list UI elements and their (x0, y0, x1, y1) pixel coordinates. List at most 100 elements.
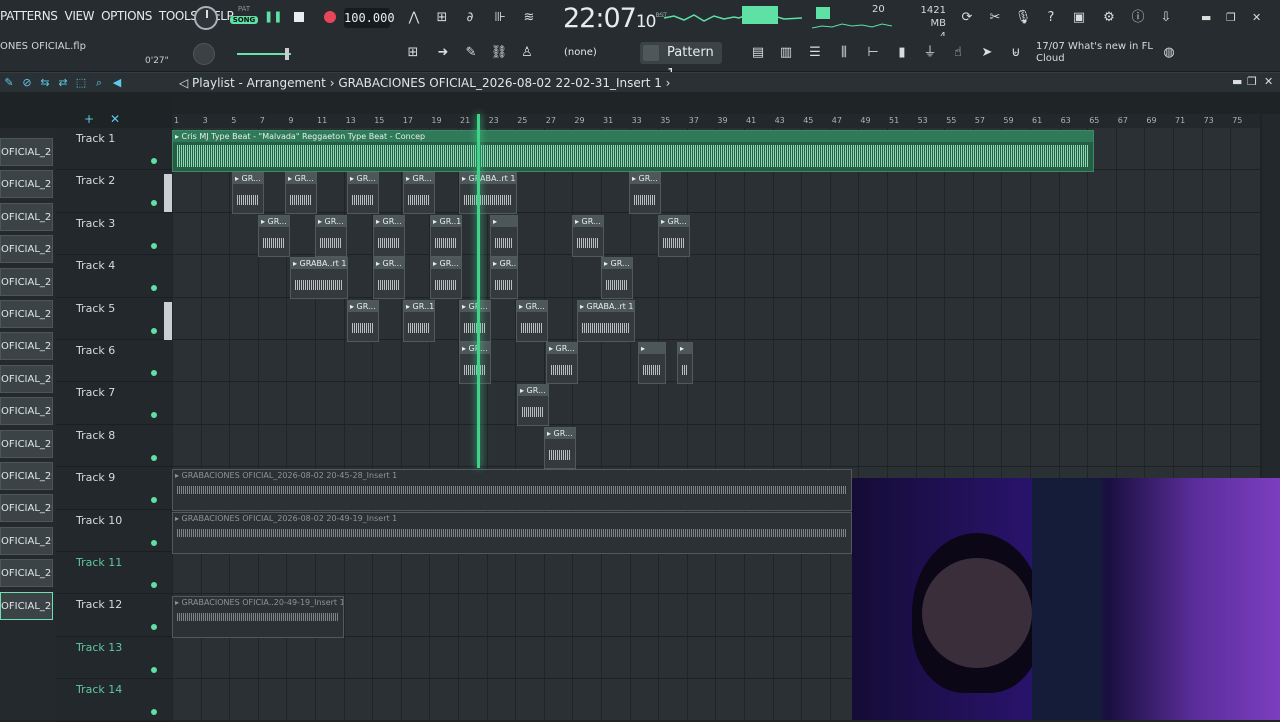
audio-clip[interactable]: ▸ GR... (459, 299, 491, 342)
track-header[interactable]: Track 12 (56, 594, 172, 637)
audio-clip[interactable]: ▸ GR... (490, 257, 518, 300)
save-icon[interactable]: ▣ (1068, 9, 1090, 27)
audio-clip[interactable]: ▸ (677, 342, 693, 384)
main-pitch-knob[interactable] (193, 43, 215, 65)
track-header[interactable]: Track 10 (56, 510, 172, 552)
audio-clip[interactable]: ▸ GR... (546, 342, 578, 384)
track-mute-led[interactable] (151, 582, 157, 588)
browser-clip-item[interactable]: OFICIAL_20... (0, 235, 53, 264)
browser-clip-item[interactable]: OFICIAL_20... (0, 559, 53, 588)
track-header[interactable]: Track 11 (56, 552, 172, 595)
audio-clip[interactable]: ▸ GR... (572, 214, 604, 257)
add-track-icon[interactable]: + (84, 112, 94, 126)
select-tool-icon[interactable]: ⬚ (74, 76, 88, 90)
stamp-icon[interactable]: ♙ (516, 44, 538, 62)
globe-icon[interactable]: ◍ (1158, 44, 1180, 62)
midi-icon[interactable]: ✂ (984, 9, 1006, 27)
file-icon[interactable]: ▮ (891, 44, 913, 62)
song-position-clock[interactable]: 22:0710B:S:T (563, 3, 667, 34)
track-header[interactable]: Track 3 (56, 213, 172, 256)
audio-clip[interactable]: ▸ GR... (315, 214, 347, 257)
track-mute-led[interactable] (151, 624, 157, 631)
microphone-icon[interactable]: 🎙 (1012, 9, 1034, 27)
master-volume-knob[interactable] (194, 6, 218, 30)
mixer-view-icon[interactable]: ⫼ (833, 44, 855, 62)
audio-clip[interactable]: ▸ GR... (629, 172, 661, 215)
track-mute-led[interactable] (151, 242, 157, 249)
close-icon[interactable]: ✕ (1252, 11, 1261, 24)
playlist-maximize-icon[interactable]: ❐ (1247, 75, 1257, 88)
audio-clip[interactable]: ▸ GR... (347, 299, 379, 342)
browser-clip-item[interactable]: OFICIAL_20... (0, 591, 53, 620)
track-mute-led[interactable] (151, 158, 157, 164)
pattern-selector[interactable]: Pattern 1 (640, 42, 722, 82)
track-header[interactable]: Track 5 (56, 298, 172, 340)
delete-track-icon[interactable]: ✕ (110, 112, 120, 126)
track-header[interactable]: Track 13 (56, 637, 172, 680)
timeline-ruler[interactable]: 1 3 5 7 9 11 13 15 17 19 21 23 25 27 29 31 33 35 37 39 41 43 4… (172, 114, 1260, 128)
slice-tool-icon[interactable]: ⇄ (56, 76, 70, 90)
playhead[interactable] (477, 114, 480, 468)
browser-clip-item[interactable]: OFICIAL_20... (0, 332, 53, 361)
audio-clip[interactable]: ▸ GR... (347, 172, 379, 215)
loop-record-icon[interactable]: ⊞ (431, 9, 453, 27)
playlist-close-icon[interactable]: ✕ (1264, 75, 1273, 88)
menu-patterns[interactable]: PATTERNS (0, 9, 58, 23)
track-header[interactable]: Track 4 (56, 255, 172, 298)
audio-clip[interactable]: ▸ GR... (658, 214, 690, 257)
browser-clip-item[interactable]: OFICIAL_20... (0, 494, 53, 523)
track-header[interactable]: Track 1 (56, 128, 172, 171)
step-edit-icon[interactable]: ∂ (459, 9, 481, 27)
browser-clip-item[interactable]: OFICIAL_20... (0, 462, 53, 490)
tempo-display[interactable]: 100.000 (344, 8, 395, 28)
plugin-icon[interactable]: ⚙ (1098, 9, 1120, 27)
audio-clip[interactable]: ▸ GR... (232, 172, 264, 215)
audio-clip[interactable]: ▸ GR... (601, 257, 633, 300)
track-mute-led[interactable] (151, 454, 157, 461)
beat-clip[interactable]: ▸ Cris MJ Type Beat - "Malvada" Reggaeto… (172, 130, 1094, 172)
cart-icon[interactable]: ⊌ (1005, 44, 1027, 62)
browser-clip-item[interactable]: OFICIAL_20... (0, 397, 53, 426)
maximize-icon[interactable]: ❐ (1226, 11, 1236, 24)
audio-clip[interactable]: ▸ GR... (544, 426, 576, 469)
metronome-icon[interactable]: ⋀ (403, 9, 425, 27)
track-mute-led[interactable] (151, 412, 157, 419)
audio-clip[interactable]: ▸ GR..1 (430, 214, 462, 257)
plug-icon[interactable]: ⏚ (919, 44, 941, 62)
track-mute-led[interactable] (151, 539, 157, 546)
audio-clip[interactable]: ▸ (490, 214, 518, 257)
track-header[interactable]: Track 8 (56, 425, 172, 468)
track-mute-led[interactable] (151, 370, 157, 376)
minimize-icon[interactable]: ▬ (1201, 11, 1211, 24)
audio-clip[interactable]: ▸ GR... (516, 299, 548, 342)
audio-clip[interactable]: ▸ GRABA..rt 1 (577, 299, 635, 342)
track-mute-led[interactable] (151, 666, 157, 673)
news-panel[interactable]: 17/07 What's new in FL Cloud (1036, 41, 1156, 65)
playlist-icon[interactable]: ▤ (747, 44, 769, 62)
menu-tools[interactable]: TOOLS (159, 9, 198, 23)
audio-clip[interactable]: ▸ GR..1 (403, 299, 435, 342)
track-mute-led[interactable] (151, 327, 157, 334)
browser-clip-item[interactable]: OFICIAL_20... (0, 267, 53, 296)
audio-clip[interactable]: ▸ GR... (373, 214, 405, 257)
track-header[interactable]: Track 14 (56, 679, 172, 722)
info-icon[interactable]: ⓘ (1127, 9, 1149, 27)
link-icon[interactable]: ⛓ (488, 44, 510, 62)
draw-tool-icon[interactable]: ✎ (2, 76, 16, 90)
audio-clip[interactable]: ▸ GR... (373, 257, 405, 300)
play-pause-button[interactable]: ❚❚ (264, 10, 282, 26)
audio-clip[interactable]: ▸ GR... (517, 384, 549, 427)
menu-options[interactable]: OPTIONS (101, 9, 152, 23)
download-icon[interactable]: ⇩ (1155, 9, 1177, 27)
snap-selector[interactable]: (none) (548, 43, 626, 63)
track-mute-led[interactable] (151, 285, 157, 292)
browser-clip-item[interactable]: OFICIAL_20... (0, 526, 53, 555)
track-mute-led[interactable] (151, 497, 157, 504)
browser-clip-item[interactable]: OFICIAL_20... (0, 138, 53, 166)
recording-clip[interactable]: ▸ GRABACIONES OFICIA..20-49-19_Insert 1 (172, 596, 344, 639)
audio-clip[interactable]: ▸ GR... (430, 257, 462, 300)
pencil-icon[interactable]: ✎ (460, 44, 482, 62)
browser-clip-item[interactable]: OFICIAL_20... (0, 300, 53, 328)
zoom-tool-icon[interactable]: ⌕ (92, 76, 106, 90)
touch-icon[interactable]: ☝ (947, 44, 969, 62)
